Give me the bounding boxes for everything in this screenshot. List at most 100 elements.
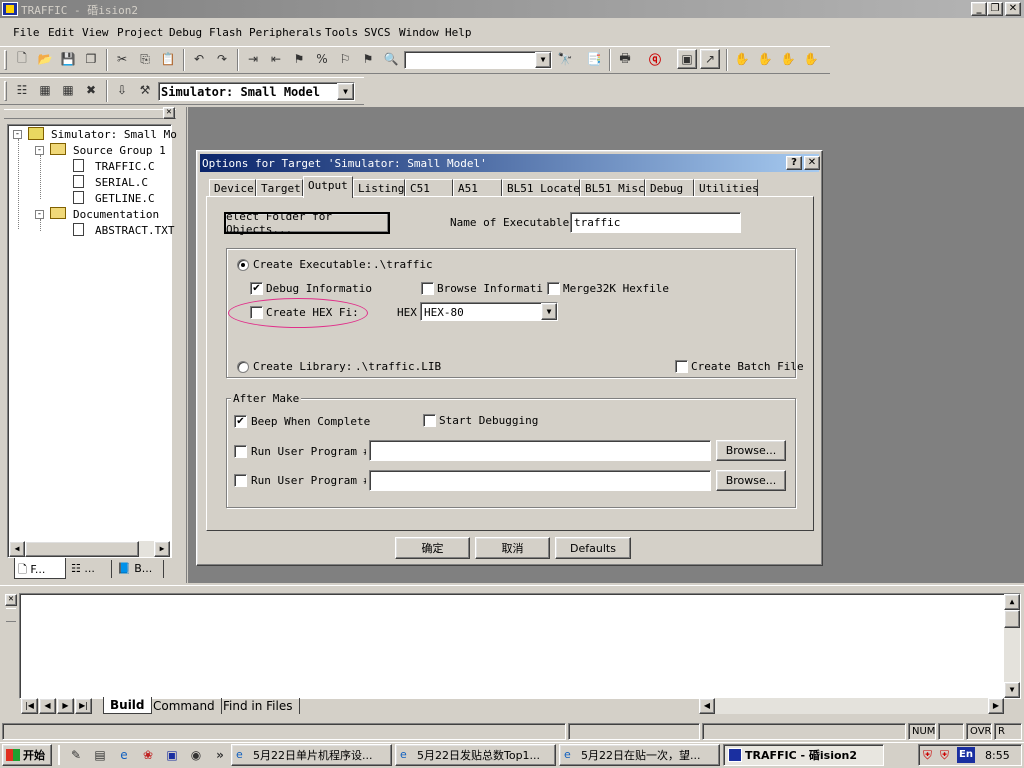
find-dropdown-arrow[interactable]: ▼ (535, 52, 551, 68)
name-exe-input[interactable]: traffic (570, 212, 741, 233)
tree-docs-label[interactable]: Documentation (73, 208, 159, 221)
tree-file-getline[interactable]: GETLINE.C (95, 192, 155, 205)
create-exe-radio[interactable] (237, 259, 249, 271)
hand-stop-icon[interactable]: ✋ (755, 49, 775, 69)
tab-target[interactable]: Target (256, 179, 303, 197)
hand-all-icon[interactable]: ✋ (801, 49, 821, 69)
bookmark-icon[interactable]: ⚑ (289, 49, 309, 69)
output-hscrollbar[interactable]: ◀ ▶ (699, 698, 1004, 714)
output-tab-find[interactable]: Find in Files (217, 698, 300, 714)
quicklaunch-edit-icon[interactable]: ✎ (66, 745, 86, 765)
hand-page-icon[interactable]: ✋ (778, 49, 798, 69)
translate-icon[interactable]: ☷ (12, 80, 32, 100)
tree-file-serial[interactable]: SERIAL.C (95, 176, 148, 189)
find-in-files-icon[interactable]: 🔍 (381, 49, 401, 69)
rebuild-icon[interactable]: ▦ (58, 80, 78, 100)
download-icon[interactable]: ⇩ (112, 80, 132, 100)
scroll-right-icon[interactable]: ▶ (988, 698, 1004, 714)
scroll-right-icon[interactable]: ▶ (154, 541, 170, 557)
expand-docs-icon[interactable]: - (35, 210, 44, 219)
create-lib-label[interactable]: Create Library: (253, 360, 352, 373)
create-batch-checkbox[interactable] (675, 360, 688, 373)
browse-info-label[interactable]: Browse Informati (437, 282, 543, 295)
copy-icon[interactable]: ⎘ (135, 49, 155, 69)
debug-start-icon[interactable]: ⓠ (645, 49, 665, 69)
menu-project[interactable]: Project (117, 26, 163, 39)
binoculars-icon[interactable]: 🔭 (555, 49, 575, 69)
tree-file-abstract[interactable]: ABSTRACT.TXT (95, 224, 174, 237)
dialog-help-button[interactable]: ? (786, 156, 802, 170)
tab-last-icon[interactable]: ▶| (75, 698, 92, 714)
dialog-title-bar[interactable]: Options for Target 'Simulator: Small Mod… (200, 154, 820, 172)
tab-device[interactable]: Device (209, 179, 256, 197)
output-tab-command[interactable]: Command (147, 698, 222, 714)
run-user1-label[interactable]: Run User Program #1 (251, 445, 366, 458)
menu-help[interactable]: Help (445, 26, 472, 39)
start-debug-checkbox[interactable] (423, 414, 436, 427)
tab-prev-icon[interactable]: ◀ (39, 698, 56, 714)
restore-button[interactable]: ❐ (987, 2, 1003, 16)
close-button[interactable]: ✕ (1005, 2, 1021, 16)
run-user2-label[interactable]: Run User Program #2 (251, 474, 366, 487)
tab-books[interactable]: 📘 B... (114, 560, 164, 578)
tab-output[interactable]: Output (303, 176, 353, 198)
save-icon[interactable]: 💾 (58, 49, 78, 69)
scroll-up-icon[interactable]: ▲ (1004, 594, 1020, 610)
menu-flash[interactable]: Flash (209, 26, 242, 39)
clock[interactable]: 8:55 (985, 749, 1010, 762)
tab-listing[interactable]: Listing (353, 179, 405, 197)
tab-utilities[interactable]: Utilities (694, 179, 759, 197)
debug-info-label[interactable]: Debug Informatio (266, 282, 372, 295)
browse1-button[interactable]: Browse... (716, 440, 786, 461)
debug-info-checkbox[interactable]: ✔ (250, 282, 263, 295)
save-all-icon[interactable]: ❐ (81, 49, 101, 69)
task-button-1[interactable]: e 5月22日单片机程序设... (231, 744, 392, 766)
beep-label[interactable]: Beep When Complete (251, 415, 370, 428)
scroll-thumb[interactable] (1004, 610, 1020, 628)
paste-icon[interactable]: 📋 (158, 49, 178, 69)
menu-peripherals[interactable]: Peripherals (249, 26, 322, 39)
build-icon[interactable]: ▦ (35, 80, 55, 100)
menu-view[interactable]: View (82, 26, 109, 39)
bookmark-next-icon[interactable]: ⚐ (335, 49, 355, 69)
target-dropdown-arrow[interactable]: ▼ (337, 83, 354, 100)
output-window-icon[interactable]: ↗ (700, 49, 720, 69)
antivirus-icon[interactable]: ⛨ (940, 748, 954, 762)
browse2-button[interactable]: Browse... (716, 470, 786, 491)
merge32k-label[interactable]: Merge32K Hexfile (563, 282, 669, 295)
select-folder-button[interactable]: elect Folder for Objects... (224, 210, 390, 236)
ok-button[interactable]: 确定 (395, 537, 470, 559)
task-button-4[interactable]: TRAFFIC - 碈ision2 (723, 744, 884, 766)
start-button[interactable]: 开始 (2, 744, 52, 766)
quicklaunch-uvision-icon[interactable]: ▣ (162, 745, 182, 765)
output-vscrollbar[interactable]: ▲ ▼ (1004, 594, 1020, 698)
menu-file[interactable]: File (13, 26, 40, 39)
tab-files[interactable]: 🗋 F... (14, 558, 66, 579)
target-options-icon[interactable]: ⚒ (135, 80, 155, 100)
quicklaunch-ie-icon[interactable]: e (114, 745, 134, 765)
minimize-button[interactable]: _ (971, 2, 987, 16)
tree-file-traffic[interactable]: TRAFFIC.C (95, 160, 155, 173)
tab-bl51-misc[interactable]: BL51 Misc (580, 179, 645, 197)
menu-svcs[interactable]: SVCS (364, 26, 391, 39)
create-batch-label[interactable]: Create Batch File (691, 360, 804, 373)
output-tab-build[interactable]: Build (103, 697, 152, 714)
tree-root-label[interactable]: Simulator: Small Mo (51, 128, 177, 141)
quicklaunch-more-icon[interactable]: » (210, 745, 230, 765)
menu-edit[interactable]: Edit (48, 26, 75, 39)
tab-bl51-locate[interactable]: BL51 Locate (502, 179, 580, 197)
hex-format-select[interactable]: HEX-80 ▼ (420, 302, 558, 321)
dialog-close-button[interactable]: ✕ (804, 156, 820, 170)
output-close-icon[interactable]: ✕ (5, 594, 17, 606)
open-file-icon[interactable]: 📂 (35, 49, 55, 69)
run-user1-input[interactable] (369, 440, 711, 461)
start-debug-label[interactable]: Start Debugging (439, 414, 538, 427)
undo-icon[interactable]: ↶ (189, 49, 209, 69)
task-button-2[interactable]: e 5月22日发贴总数Top1... (395, 744, 556, 766)
defaults-button[interactable]: Defaults (555, 537, 631, 559)
unindent-icon[interactable]: ⇤ (266, 49, 286, 69)
project-tree[interactable]: - Simulator: Small Mo - Source Group 1 T… (7, 124, 177, 558)
tab-c51[interactable]: C51 (405, 179, 453, 197)
create-exe-label[interactable]: Create Executable: (253, 258, 372, 271)
hand-icon[interactable]: ✋ (732, 49, 752, 69)
